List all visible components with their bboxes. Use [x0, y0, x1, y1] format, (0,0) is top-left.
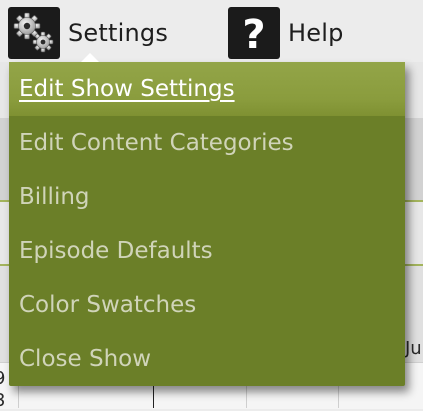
menu-item-label: Billing — [19, 184, 90, 210]
toolbar: Settings ? Help — [0, 0, 423, 62]
svg-text:?: ? — [242, 12, 265, 56]
help-menu-button[interactable]: ? Help — [228, 6, 344, 60]
menu-item-label: Color Swatches — [19, 292, 197, 318]
settings-menu-button[interactable]: Settings — [8, 6, 168, 60]
menu-item-label: Edit Show Settings — [19, 76, 235, 102]
menu-item-edit-content-categories[interactable]: Edit Content Categories — [9, 116, 405, 170]
menu-item-label: Episode Defaults — [19, 238, 213, 264]
question-mark-icon: ? — [228, 7, 280, 59]
menu-item-billing[interactable]: Billing — [9, 170, 405, 224]
help-label: Help — [288, 19, 344, 47]
menu-item-color-swatches[interactable]: Color Swatches — [9, 278, 405, 332]
settings-dropdown-menu: Edit Show Settings Edit Content Categori… — [9, 53, 405, 386]
menu-item-close-show[interactable]: Close Show — [9, 332, 405, 386]
background-text-fragment: Ju — [405, 338, 422, 359]
menu-item-label: Close Show — [19, 346, 152, 372]
menu-caret — [81, 53, 99, 62]
menu-item-label: Edit Content Categories — [19, 130, 294, 156]
background-text-fragment: 9 — [0, 368, 5, 389]
menu-item-episode-defaults[interactable]: Episode Defaults — [9, 224, 405, 278]
menu-item-edit-show-settings[interactable]: Edit Show Settings — [9, 62, 405, 116]
settings-label: Settings — [68, 19, 169, 47]
gears-icon — [8, 7, 60, 59]
